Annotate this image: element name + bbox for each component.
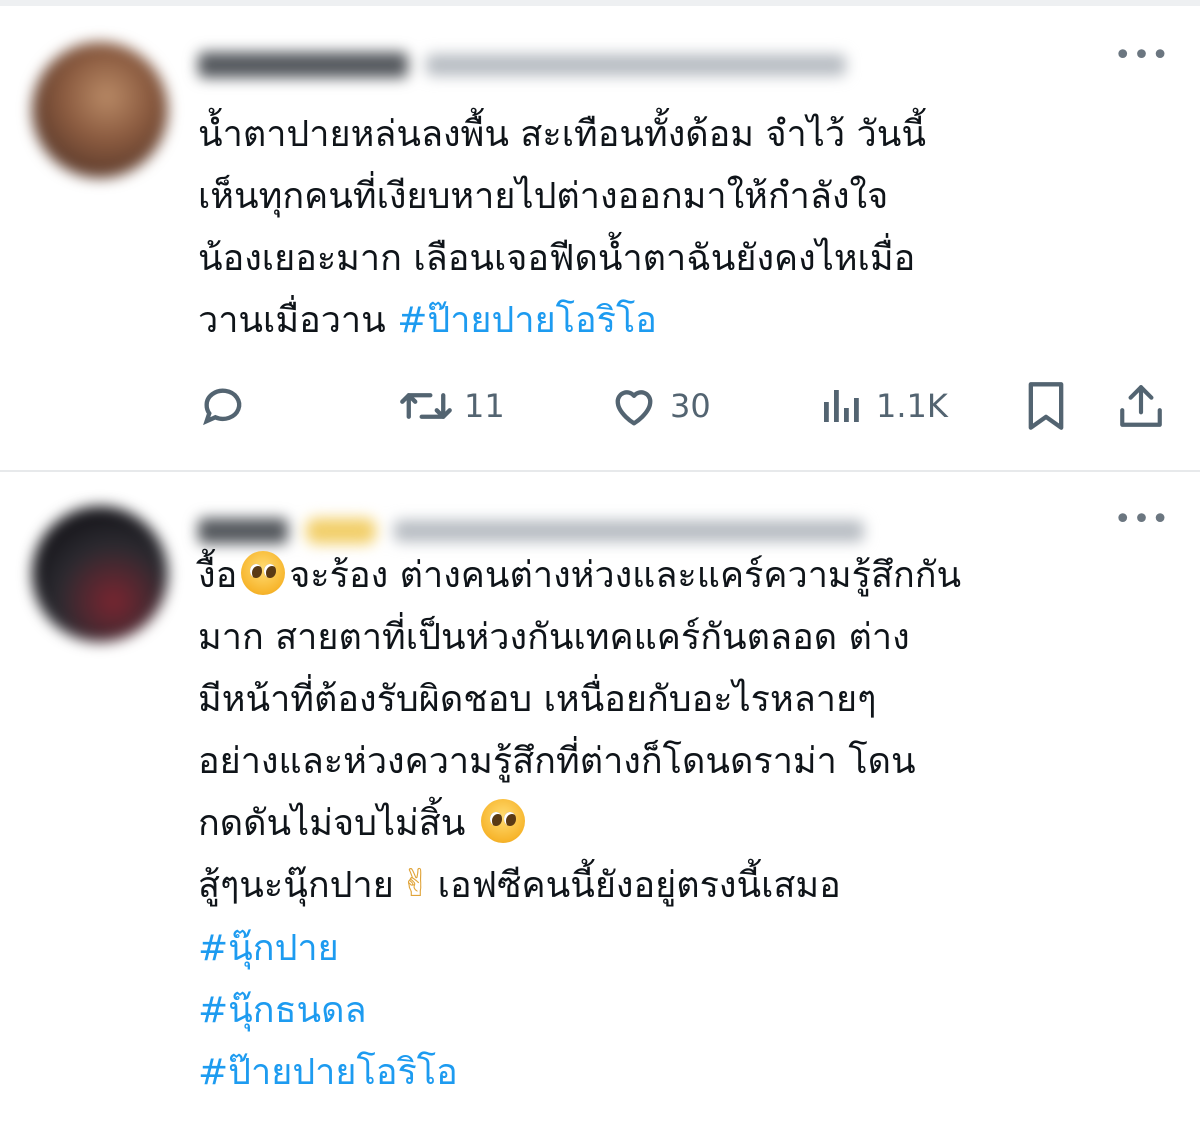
tweet-text-line: อย่างและห่วงความรู้สึกที่ต่างก็โดนดราม่า… — [198, 741, 916, 782]
tweet-text: งื้อ จะร้อง ต่างคนต่างห่วงและแคร์ความรู้ส… — [198, 545, 1158, 1104]
hashtag-link[interactable]: #นุ๊กธนดล — [198, 990, 367, 1031]
tweet-text-line: กดดันไม่จบไม่สิ้น — [198, 793, 1158, 855]
author-name-blurred — [198, 52, 408, 78]
tweet-text-line: วานเมื่อวาน #ป๊ายปายโอริโอ — [198, 290, 1158, 352]
heart-icon — [615, 390, 653, 426]
tweet-text-line: #นุ๊กธนดล — [198, 980, 1158, 1042]
pleading-face-emoji — [241, 551, 286, 595]
analytics-icon — [824, 390, 859, 422]
tweet-text-fragment: สู้ๆนะนุ๊กปาย — [198, 865, 394, 906]
share-button[interactable] — [1116, 378, 1166, 434]
tweet-text-fragment: กดดันไม่จบไม่สิ้น — [198, 803, 466, 844]
like-count: 30 — [670, 387, 711, 425]
share-icon — [1120, 385, 1162, 427]
reply-button[interactable] — [198, 378, 250, 434]
retweet-count: 11 — [464, 387, 505, 425]
tweet-card[interactable]: ••• น้ำตาปายหล่นลงพื้น สะเทือนทั้งด้อม จ… — [0, 6, 1200, 470]
views-count: 1.1K — [876, 387, 948, 425]
tweet-text: น้ำตาปายหล่นลงพื้น สะเทือนทั้งด้อม จำไว้… — [198, 104, 1158, 352]
author-header-blurred — [198, 46, 928, 84]
tweet-text-fragment: จะร้อง ต่างคนต่างห่วงและแคร์ความรู้สึกกั… — [289, 555, 962, 596]
tweet-text-line: เห็นทุกคนที่เงียบหายไปต่างออกมาให้กำลังใ… — [198, 176, 889, 217]
like-button[interactable]: 30 — [608, 378, 711, 434]
retweet-icon — [400, 393, 452, 419]
tweet-text-line: น้องเยอะมาก เลือนเจอฟีดน้ำตาฉันยังคงไหเม… — [198, 238, 916, 279]
tweet-text-line: มาก สายตาที่เป็นห่วงกันเทคแคร์กันตลอด ต่… — [198, 617, 910, 658]
avatar[interactable] — [32, 42, 168, 178]
author-emoji-blurred — [306, 518, 376, 544]
author-handle-blurred — [394, 520, 864, 542]
author-handle-blurred — [426, 54, 846, 76]
hashtag-link[interactable]: #นุ๊กปาย — [198, 928, 339, 969]
tweet-text-fragment: วานเมื่อวาน — [198, 300, 398, 341]
tweet-text-fragment: เอฟซีคนนี้ยังอยู่ตรงนี้เสมอ — [437, 865, 841, 906]
victory-hand-emoji: ✌ — [399, 861, 432, 905]
reply-icon — [203, 388, 242, 426]
avatar[interactable] — [32, 506, 168, 642]
tweet-text-fragment: งื้อ — [198, 555, 238, 596]
bookmark-icon — [1028, 382, 1064, 430]
pleading-face-emoji — [480, 799, 525, 843]
author-name-blurred — [198, 518, 288, 544]
tweet-actions: 11 30 1.1K — [198, 378, 1166, 434]
tweet-text-line: น้ำตาปายหล่นลงพื้น สะเทือนทั้งด้อม จำไว้… — [198, 114, 926, 155]
tweet-text-line: มีหน้าที่ต้องรับผิดชอบ เหนื่อยกับอะไรหลา… — [198, 679, 877, 720]
tweet-text-line: #นุ๊กปาย — [198, 918, 1158, 980]
tweet-card[interactable]: ••• งื้อ จะร้อง ต่างคนต่างห่วงและแคร์ความ… — [0, 472, 1200, 1143]
bookmark-button[interactable] — [1024, 378, 1068, 434]
tweet-text-line: งื้อ จะร้อง ต่างคนต่างห่วงและแคร์ความรู้ส… — [198, 545, 1158, 607]
hashtag-link[interactable]: #ป๊ายปายโอริโอ — [198, 1052, 458, 1093]
more-options-icon[interactable]: ••• — [1114, 41, 1170, 71]
more-options-icon[interactable]: ••• — [1114, 505, 1170, 535]
views-button[interactable]: 1.1K — [818, 378, 948, 434]
tweet-text-line: สู้ๆนะนุ๊กปาย ✌ เอฟซีคนนี้ยังอยู่ตรงนี้เสม… — [198, 855, 1158, 918]
retweet-button[interactable]: 11 — [398, 378, 505, 434]
tweet-text-line: #ป๊ายปายโอริโอ — [198, 1042, 1158, 1104]
hashtag-link[interactable]: #ป๊ายปายโอริโอ — [397, 300, 657, 341]
